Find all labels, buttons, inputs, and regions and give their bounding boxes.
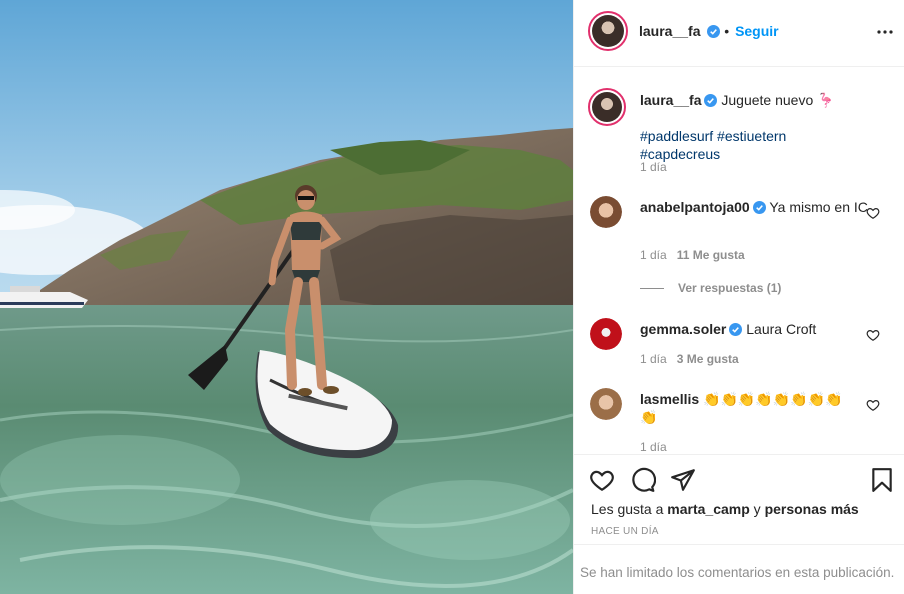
comment-text: Ya mismo en IC <box>769 199 868 215</box>
comment-username[interactable]: gemma.soler <box>640 321 726 337</box>
post-caption: laura__fa Juguete nuevo 🦩 #paddlesurf #e… <box>574 68 904 186</box>
post-side-panel: laura__fa • Seguir laura__fa Juguete nue… <box>573 0 904 594</box>
comment-likes[interactable]: 3 Me gusta <box>677 352 739 366</box>
comment-like-heart-icon[interactable] <box>866 206 880 220</box>
verified-icon <box>707 25 721 38</box>
comment-time[interactable]: 1 día <box>640 440 667 454</box>
follow-button[interactable]: Seguir <box>735 23 779 39</box>
comment-meta: 1 día 11 Me gusta <box>640 248 745 262</box>
bookmark-icon[interactable] <box>869 467 895 493</box>
comment-like-heart-icon[interactable] <box>866 398 880 412</box>
comment-icon[interactable] <box>630 467 656 493</box>
comment-body: lasmellis 👏👏👏👏👏👏👏👏👏 <box>640 390 855 426</box>
verified-icon <box>752 201 766 214</box>
caption-text: Juguete nuevo <box>721 92 814 108</box>
post-photo[interactable] <box>0 0 573 594</box>
comment-username[interactable]: lasmellis <box>640 391 699 407</box>
post-timestamp[interactable]: HACE UN DÍA <box>591 526 659 537</box>
comment-avatar[interactable] <box>590 318 622 350</box>
author-username[interactable]: laura__fa <box>639 23 700 39</box>
replies-line <box>640 288 664 290</box>
comments-limited-text: Se han limitado los comentarios en esta … <box>580 565 895 580</box>
comment-like-heart-icon[interactable] <box>866 328 880 342</box>
comment-body: anabelpantoja00 Ya mismo en IC <box>640 198 870 216</box>
heart-icon[interactable] <box>589 467 615 493</box>
comment-body: gemma.soler Laura Croft <box>640 320 870 338</box>
post-header: laura__fa • Seguir <box>574 0 904 67</box>
view-replies-label[interactable]: Ver respuestas (1) <box>678 281 781 295</box>
more-icon[interactable] <box>877 29 893 35</box>
comment-avatar[interactable] <box>590 388 622 420</box>
verified-icon <box>704 94 718 107</box>
comment-item: lasmellis 👏👏👏👏👏👏👏👏👏 1 día <box>574 388 904 454</box>
caption-text-line: laura__fa Juguete nuevo 🦩 <box>640 91 870 109</box>
share-icon[interactable] <box>670 467 696 493</box>
comment-time[interactable]: 1 día <box>640 352 667 366</box>
comment-likes[interactable]: 11 Me gusta <box>677 248 745 262</box>
verified-icon <box>729 323 743 336</box>
likes-summary: Les gusta a marta_camp y personas más <box>591 501 859 517</box>
comment-meta: 1 día <box>640 440 667 454</box>
comment-item: gemma.soler Laura Croft 1 día 3 Me gusta <box>574 318 904 378</box>
likes-joiner: y <box>753 501 761 517</box>
caption-avatar[interactable] <box>588 88 626 126</box>
separator-dot: • <box>724 23 730 39</box>
view-replies[interactable]: Ver respuestas (1) <box>640 281 781 295</box>
post-actions: Les gusta a marta_camp y personas más HA… <box>574 454 904 544</box>
caption-username[interactable]: laura__fa <box>640 92 701 108</box>
caption-time[interactable]: 1 día <box>640 160 667 174</box>
comment-avatar[interactable] <box>590 196 622 228</box>
comment-meta: 1 día 3 Me gusta <box>640 352 739 366</box>
comments-limited-notice: Se han limitado los comentarios en esta … <box>574 544 904 594</box>
likes-prefix: Les gusta a <box>591 501 664 517</box>
flamingo-emoji: 🦩 <box>817 92 835 108</box>
likes-others[interactable]: personas más <box>765 501 859 517</box>
comment-time[interactable]: 1 día <box>640 248 667 262</box>
comments-list[interactable]: laura__fa Juguete nuevo 🦩 #paddlesurf #e… <box>574 68 904 454</box>
author-line: laura__fa • Seguir <box>639 23 779 39</box>
photo-scene <box>0 0 573 594</box>
likes-user[interactable]: marta_camp <box>667 501 750 517</box>
comment-item: anabelpantoja00 Ya mismo en IC 1 día 11 M… <box>574 196 904 296</box>
author-avatar[interactable] <box>588 11 628 51</box>
comment-username[interactable]: anabelpantoja00 <box>640 199 750 215</box>
comment-text: Laura Croft <box>746 321 817 337</box>
hashtag-links[interactable]: #paddlesurf #estiuetern #capdecreus <box>640 128 786 162</box>
caption-hashtags: #paddlesurf #estiuetern #capdecreus <box>640 127 870 163</box>
